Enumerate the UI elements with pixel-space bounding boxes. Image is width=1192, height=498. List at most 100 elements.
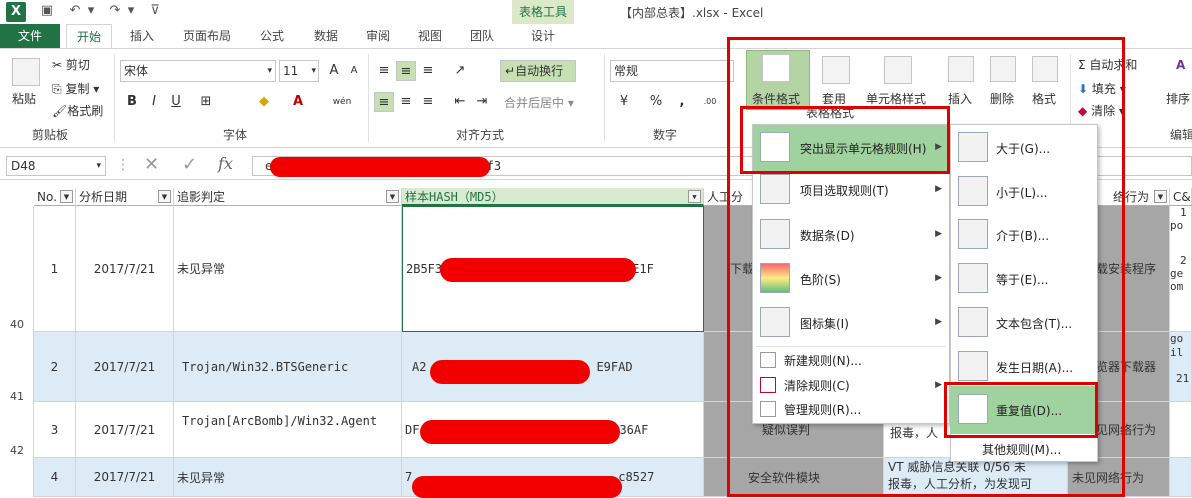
paste-button[interactable]: 粘贴 bbox=[12, 90, 36, 107]
copy-icon: ⎘ bbox=[52, 82, 62, 96]
redaction-mark bbox=[412, 476, 622, 498]
table-cell-no[interactable]: 4 bbox=[34, 458, 76, 497]
filter-dropdown-icon[interactable]: ▼ bbox=[60, 190, 73, 203]
name-box[interactable]: D48 ▾ bbox=[6, 156, 106, 176]
underline-button[interactable]: U bbox=[166, 92, 186, 112]
title-bar bbox=[0, 0, 1192, 24]
font-size-select[interactable]: 11 ▾ bbox=[279, 60, 319, 82]
table-cell-date[interactable]: 2017/7/21 bbox=[76, 332, 174, 402]
redo-dropdown-icon[interactable]: ▾ bbox=[122, 2, 140, 20]
undo-dropdown-icon[interactable]: ▾ bbox=[82, 2, 100, 20]
table-cell-date[interactable]: 2017/7/21 bbox=[76, 206, 174, 332]
filter-dropdown-icon[interactable]: ▼ bbox=[386, 190, 399, 203]
tab-view[interactable]: 视图 bbox=[410, 24, 450, 48]
row-header bbox=[0, 206, 34, 332]
row-number: 42 bbox=[10, 444, 24, 457]
align-top-icon[interactable]: ≡ bbox=[374, 61, 394, 81]
number-format-select[interactable]: 常规 bbox=[610, 60, 734, 82]
tab-home[interactable]: 开始 bbox=[66, 24, 112, 49]
redaction-mark bbox=[270, 157, 490, 177]
redaction-mark bbox=[430, 360, 590, 384]
customize-qat-icon[interactable]: ⊽ bbox=[146, 2, 164, 20]
redaction-mark bbox=[420, 420, 620, 444]
align-center-icon[interactable]: ≡ bbox=[396, 92, 416, 112]
window-title: 【内部总表】.xlsx - Excel bbox=[620, 6, 764, 20]
table-cell-verdict[interactable]: Trojan[ArcBomb]/Win32.Agent bbox=[174, 402, 402, 458]
table-cell-cc[interactable]: 1 po 2 ge om bbox=[1170, 206, 1192, 332]
cut-button[interactable]: ✂ 剪切 bbox=[52, 56, 90, 73]
wrap-icon: ↵ bbox=[505, 64, 516, 78]
comma-button[interactable]: , bbox=[672, 92, 692, 112]
increase-indent-icon[interactable]: ⇥ bbox=[472, 92, 492, 112]
copy-button[interactable]: ⎘ 复制 ▾ bbox=[52, 80, 99, 97]
save-icon[interactable]: ▣ bbox=[38, 2, 56, 20]
enter-icon[interactable]: ✓ bbox=[182, 154, 197, 175]
shrink-font-icon[interactable]: A bbox=[344, 61, 364, 81]
align-right-icon[interactable]: ≡ bbox=[418, 92, 438, 112]
phonetic-icon[interactable]: wén bbox=[332, 92, 352, 112]
table-cell-verdict[interactable]: Trojan/Win32.BTSGeneric bbox=[174, 332, 402, 402]
tab-insert[interactable]: 插入 bbox=[122, 24, 162, 48]
context-tab-label: 表格工具 bbox=[518, 5, 567, 19]
filter-dropdown-icon[interactable]: ▼ bbox=[1154, 190, 1167, 203]
wrap-text-button[interactable]: ↵自动换行 bbox=[500, 60, 576, 82]
decrease-indent-icon[interactable]: ⇤ bbox=[450, 92, 470, 112]
currency-icon[interactable]: ¥ bbox=[614, 92, 634, 112]
paste-icon[interactable] bbox=[12, 58, 40, 86]
align-left-icon[interactable]: ≡ bbox=[374, 92, 394, 112]
table-cell-no[interactable]: 3 bbox=[34, 402, 76, 458]
table-cell-no[interactable]: 1 bbox=[34, 206, 76, 332]
table-cell-verdict[interactable]: 未见异常 bbox=[174, 458, 402, 497]
brush-icon: 🖌 bbox=[52, 104, 68, 118]
clipboard-group-label: 剪贴板 bbox=[31, 128, 68, 142]
column-header-date: 分析日期 ▼ bbox=[76, 188, 174, 206]
table-cell-cc[interactable] bbox=[1170, 402, 1192, 458]
cancel-icon[interactable]: ✕ bbox=[144, 154, 159, 175]
insert-function-icon[interactable]: fx bbox=[218, 154, 233, 173]
row-header bbox=[0, 458, 34, 497]
tab-formulas[interactable]: 公式 bbox=[252, 24, 292, 48]
sort-filter-button[interactable]: 排序 bbox=[1166, 90, 1190, 107]
filter-dropdown-icon[interactable]: ▼ bbox=[688, 190, 701, 203]
bold-button[interactable]: B bbox=[122, 92, 142, 112]
align-middle-icon[interactable]: ≡ bbox=[396, 61, 416, 81]
annotation-box-duplicate-values bbox=[944, 382, 1098, 438]
font-color-icon[interactable]: A bbox=[288, 92, 308, 112]
column-header-cc: C&C bbox=[1170, 188, 1192, 206]
column-header-verdict: 追影判定 ▼ bbox=[174, 188, 402, 206]
column-header-hash: 样本HASH（MD5） ▼ bbox=[402, 188, 704, 206]
fill-color-icon[interactable]: ◆ bbox=[254, 92, 274, 112]
table-cell-no[interactable]: 2 bbox=[34, 332, 76, 402]
excel-logo-icon: X bbox=[6, 2, 26, 22]
increase-decimal-icon[interactable]: .00 bbox=[700, 92, 720, 112]
filter-dropdown-icon[interactable]: ▼ bbox=[158, 190, 171, 203]
number-group-label: 数字 bbox=[652, 128, 677, 142]
table-cell-cc[interactable]: go il 21 bbox=[1170, 332, 1192, 402]
divider bbox=[368, 54, 369, 142]
column-header-no: No. ▼ bbox=[34, 188, 76, 206]
table-cell-date[interactable]: 2017/7/21 bbox=[76, 458, 174, 497]
font-name-select[interactable]: 宋体 ▾ bbox=[120, 60, 276, 82]
table-cell-date[interactable]: 2017/7/21 bbox=[76, 402, 174, 458]
table-cell-verdict[interactable]: 未见异常 bbox=[174, 206, 402, 332]
italic-button[interactable]: I bbox=[144, 92, 164, 112]
percent-button[interactable]: % bbox=[646, 92, 666, 112]
tab-page-layout[interactable]: 页面布局 bbox=[176, 24, 238, 48]
table-cell-cc[interactable] bbox=[1170, 458, 1192, 497]
format-painter-button[interactable]: 🖌格式刷 bbox=[52, 102, 103, 119]
font-group-label: 字体 bbox=[222, 128, 247, 142]
alignment-group-label: 对齐方式 bbox=[455, 128, 504, 142]
tab-data[interactable]: 数据 bbox=[306, 24, 346, 48]
divider bbox=[114, 54, 115, 142]
tab-design[interactable]: 设计 bbox=[520, 24, 566, 48]
cut-icon: ✂ bbox=[52, 58, 63, 72]
tab-team[interactable]: 团队 bbox=[462, 24, 502, 48]
merge-center-button[interactable]: 合并后居中 ▾ bbox=[504, 94, 574, 111]
grow-font-icon[interactable]: A bbox=[324, 61, 344, 81]
border-icon[interactable]: ⊞ bbox=[196, 92, 216, 112]
tab-file[interactable]: 文件 bbox=[0, 24, 60, 48]
align-bottom-icon[interactable]: ≡ bbox=[418, 61, 438, 81]
annotation-box-highlight-rules bbox=[740, 106, 950, 174]
tab-review[interactable]: 审阅 bbox=[358, 24, 398, 48]
orientation-icon[interactable]: ↗ bbox=[450, 61, 470, 81]
